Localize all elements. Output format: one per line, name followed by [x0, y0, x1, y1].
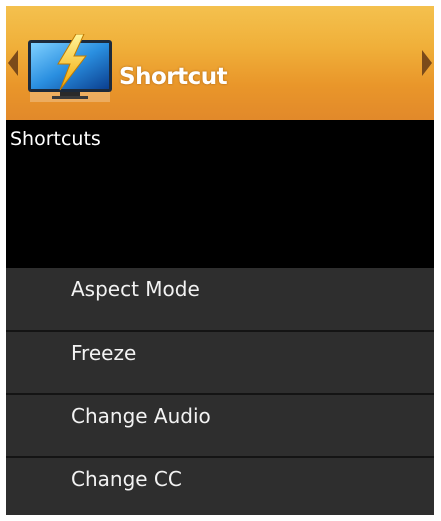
menu-item-change-audio[interactable]: Change Audio — [6, 395, 434, 458]
menu-item-label: Freeze — [71, 341, 137, 365]
right-arrow-icon[interactable] — [422, 50, 432, 76]
menu-item-change-cc[interactable]: Change CC — [6, 458, 434, 515]
info-panel: Shortcuts — [6, 120, 434, 268]
menu-header: Shortcut — [6, 6, 434, 120]
tv-lightning-icon — [28, 34, 112, 102]
menu-item-aspect-mode[interactable]: Aspect Mode — [6, 268, 434, 332]
shortcut-list: Aspect Mode Freeze Change Audio Change C… — [6, 268, 434, 515]
shortcut-menu: Shortcut Shortcuts Aspect Mode Freeze Ch… — [6, 6, 434, 515]
menu-item-freeze[interactable]: Freeze — [6, 332, 434, 395]
menu-item-label: Aspect Mode — [71, 277, 200, 301]
header-title: Shortcut — [119, 64, 228, 90]
left-arrow-icon[interactable] — [8, 50, 18, 76]
info-title: Shortcuts — [10, 128, 101, 150]
menu-item-label: Change Audio — [71, 404, 211, 428]
screen: Shortcut Shortcuts Aspect Mode Freeze Ch… — [0, 0, 441, 521]
menu-item-label: Change CC — [71, 467, 182, 491]
